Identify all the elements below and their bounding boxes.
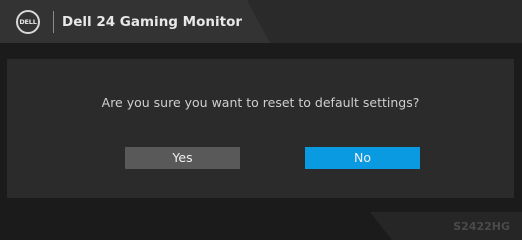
osd-header: DELL Dell 24 Gaming Monitor [0,0,522,43]
yes-button[interactable]: Yes [125,147,240,169]
monitor-title: Dell 24 Gaming Monitor [62,14,242,30]
monitor-osd: DELL Dell 24 Gaming Monitor Are you sure… [0,0,522,240]
logo-text: DELL [19,18,37,26]
dell-logo-icon: DELL [16,10,40,34]
reset-confirm-dialog: Are you sure you want to reset to defaul… [7,59,514,198]
reset-prompt-text: Are you sure you want to reset to defaul… [101,95,420,110]
no-button[interactable]: No [305,147,420,169]
header-divider [53,11,54,33]
model-number: S2422HG [453,220,510,233]
